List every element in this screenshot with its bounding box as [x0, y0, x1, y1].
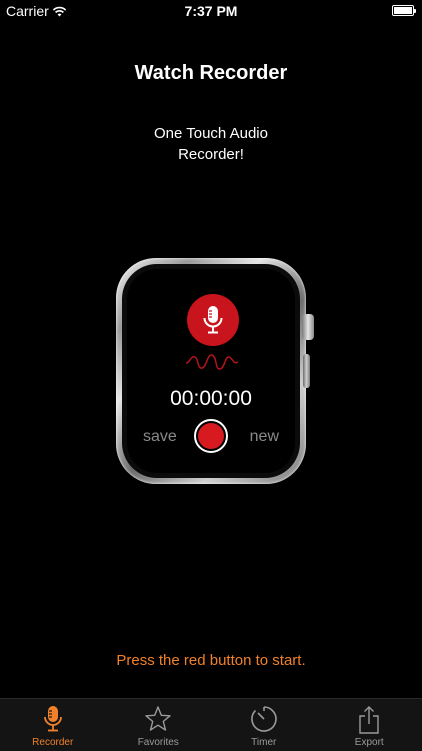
timer-icon [250, 705, 278, 738]
record-button [194, 419, 228, 453]
tagline-line-1: One Touch Audio [0, 123, 422, 144]
tab-label: Favorites [106, 737, 212, 748]
microphone-badge [187, 294, 239, 346]
share-icon [357, 705, 381, 740]
new-button: new [250, 428, 279, 446]
watch-crown [302, 314, 314, 340]
watch-screen: 00:00:00 save new [127, 269, 295, 473]
tab-label: Recorder [0, 737, 106, 748]
microphone-icon [201, 305, 225, 335]
tab-timer[interactable]: Timer [211, 699, 317, 751]
microphone-icon [42, 705, 64, 738]
record-dot [198, 423, 224, 449]
watch-preview: 00:00:00 save new [116, 258, 306, 484]
watch-side-button [303, 354, 310, 388]
tab-favorites[interactable]: Favorites [106, 699, 212, 751]
tab-label: Timer [211, 737, 317, 748]
tab-bar: Recorder Favorites Timer Export [0, 698, 422, 751]
recording-timer: 00:00:00 [127, 387, 295, 411]
tab-export[interactable]: Export [317, 699, 422, 751]
page-title: Watch Recorder [0, 62, 422, 85]
star-icon [144, 705, 172, 738]
instruction-text: Press the red button to start. [0, 652, 422, 669]
tab-recorder[interactable]: Recorder [0, 699, 106, 751]
tab-label: Export [317, 737, 422, 748]
status-bar: Carrier 7:37 PM [0, 0, 422, 22]
tagline: One Touch Audio Recorder! [0, 123, 422, 165]
waveform-icon [185, 351, 239, 373]
battery-icon [392, 5, 414, 16]
tagline-line-2: Recorder! [0, 144, 422, 165]
status-time: 7:37 PM [0, 3, 422, 19]
save-button: save [143, 428, 177, 446]
